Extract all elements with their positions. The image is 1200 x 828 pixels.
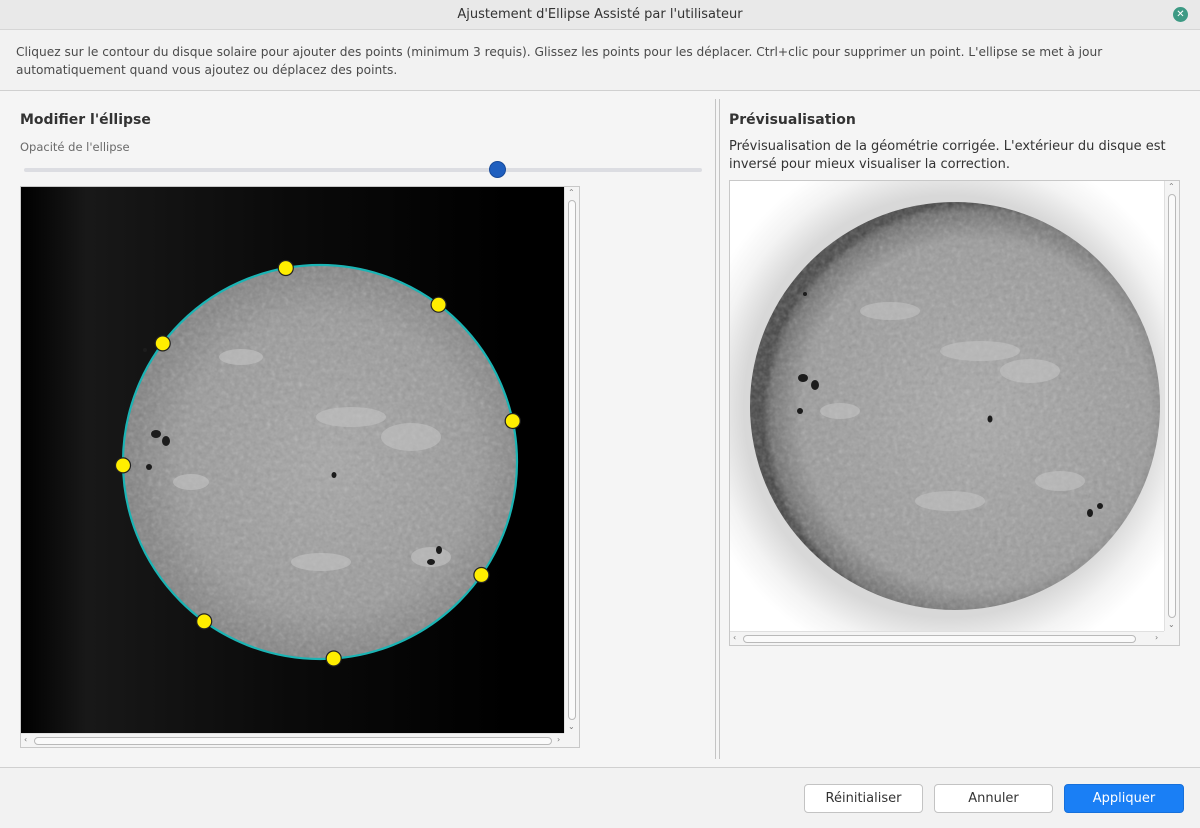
splitter-handle[interactable] — [715, 99, 720, 759]
contour-point[interactable] — [430, 296, 447, 313]
ellipse-editor-canvas[interactable] — [21, 187, 565, 734]
contour-point[interactable] — [277, 259, 294, 277]
sun-image[interactable] — [21, 187, 565, 734]
scroll-right-arrow[interactable]: › — [557, 736, 560, 744]
close-icon[interactable]: ✕ — [1173, 7, 1188, 22]
scroll-corner — [564, 733, 579, 747]
contour-point[interactable] — [196, 613, 213, 630]
horizontal-scroll-thumb[interactable] — [34, 737, 552, 745]
preview-scroll-down-arrow[interactable]: ⌄ — [1168, 621, 1175, 629]
horizontal-scrollbar[interactable]: ‹ › — [21, 733, 565, 747]
preview-image — [730, 181, 1165, 632]
title-bar: Ajustement d'Ellipse Assisté par l'utili… — [0, 0, 1200, 30]
contour-point[interactable] — [154, 335, 171, 352]
slider-handle[interactable] — [489, 161, 506, 178]
preview-canvas — [730, 181, 1165, 632]
preview-scroll-right-arrow[interactable]: › — [1155, 634, 1158, 642]
cancel-button[interactable]: Annuler — [934, 784, 1053, 813]
edit-ellipse-title: Modifier l'éllipse — [20, 112, 151, 128]
preview-scroll-corner — [1164, 631, 1179, 645]
preview-vertical-scrollbar[interactable]: ⌃ ⌄ — [1164, 181, 1179, 632]
preview-sun-texture — [750, 202, 1160, 610]
contour-point[interactable] — [114, 457, 132, 474]
preview-scroll-up-arrow[interactable]: ⌃ — [1168, 183, 1175, 191]
preview-horizontal-scrollbar[interactable]: ‹ › — [730, 631, 1165, 645]
opacity-label: Opacité de l'ellipse — [20, 140, 130, 154]
preview-vertical-scroll-thumb[interactable] — [1168, 194, 1176, 618]
contour-point[interactable] — [504, 412, 521, 430]
main-panel: Modifier l'éllipse Opacité de l'ellipse — [0, 90, 1200, 768]
contour-point[interactable] — [473, 566, 490, 584]
contour-point[interactable] — [325, 650, 342, 667]
ellipse-editor-scroll-area: ⌃ ⌄ ‹ › — [20, 186, 580, 748]
scroll-up-arrow[interactable]: ⌃ — [568, 189, 575, 197]
window-title: Ajustement d'Ellipse Assisté par l'utili… — [457, 7, 743, 22]
instructions-text: Cliquez sur le contour du disque solaire… — [16, 45, 1103, 77]
vertical-scrollbar[interactable]: ⌃ ⌄ — [564, 187, 579, 734]
preview-horizontal-scroll-thumb[interactable] — [743, 635, 1136, 643]
apply-button[interactable]: Appliquer — [1064, 784, 1184, 813]
preview-description: Prévisualisation de la géométrie corrigé… — [729, 139, 1166, 172]
preview-scroll-left-arrow[interactable]: ‹ — [733, 634, 736, 642]
vertical-scroll-thumb[interactable] — [568, 200, 576, 720]
scroll-left-arrow[interactable]: ‹ — [24, 736, 27, 744]
preview-title: Prévisualisation — [729, 112, 856, 128]
opacity-slider[interactable] — [20, 161, 706, 178]
slider-track[interactable] — [24, 168, 702, 172]
preview-scroll-area: ⌃ ⌄ ‹ › — [729, 180, 1180, 646]
reset-button[interactable]: Réinitialiser — [804, 784, 923, 813]
scroll-down-arrow[interactable]: ⌄ — [568, 723, 575, 731]
